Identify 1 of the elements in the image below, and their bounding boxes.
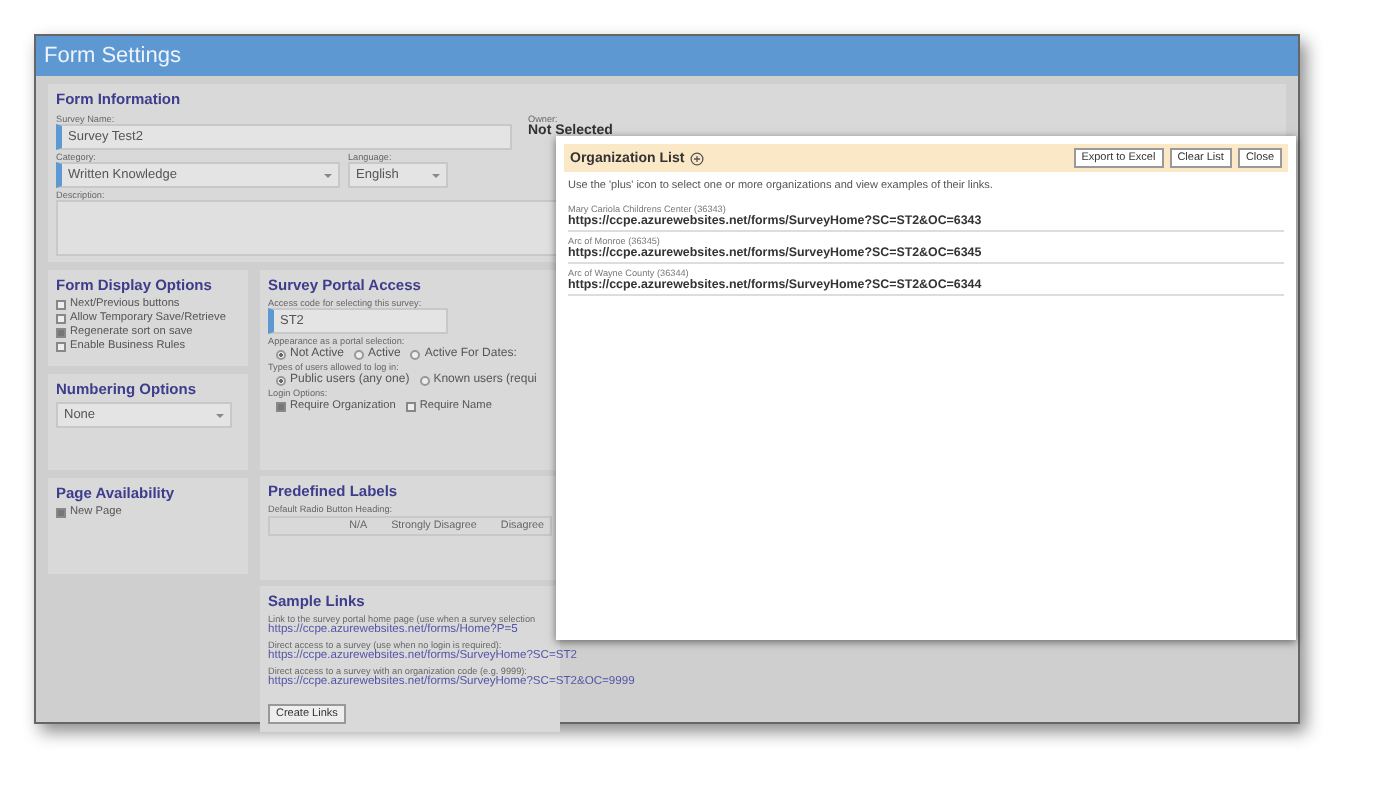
window-title: Form Settings <box>44 44 181 68</box>
